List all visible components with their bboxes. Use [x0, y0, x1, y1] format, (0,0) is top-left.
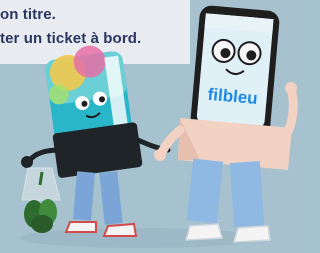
- card-shoe-left: [64, 221, 97, 233]
- card-leg-right: [99, 171, 123, 225]
- grocery-bag: [21, 167, 61, 233]
- card-shoe-right: [102, 222, 138, 237]
- mascot-illustration: filbleu: [20, 0, 300, 253]
- card-leg-left: [72, 171, 96, 221]
- ticket-card-character: [21, 45, 171, 237]
- ground-shadow: [20, 228, 260, 248]
- phone-leg-right: [229, 161, 265, 227]
- phone-shoe-right: [232, 225, 271, 243]
- phone-shoe-left: [184, 223, 223, 241]
